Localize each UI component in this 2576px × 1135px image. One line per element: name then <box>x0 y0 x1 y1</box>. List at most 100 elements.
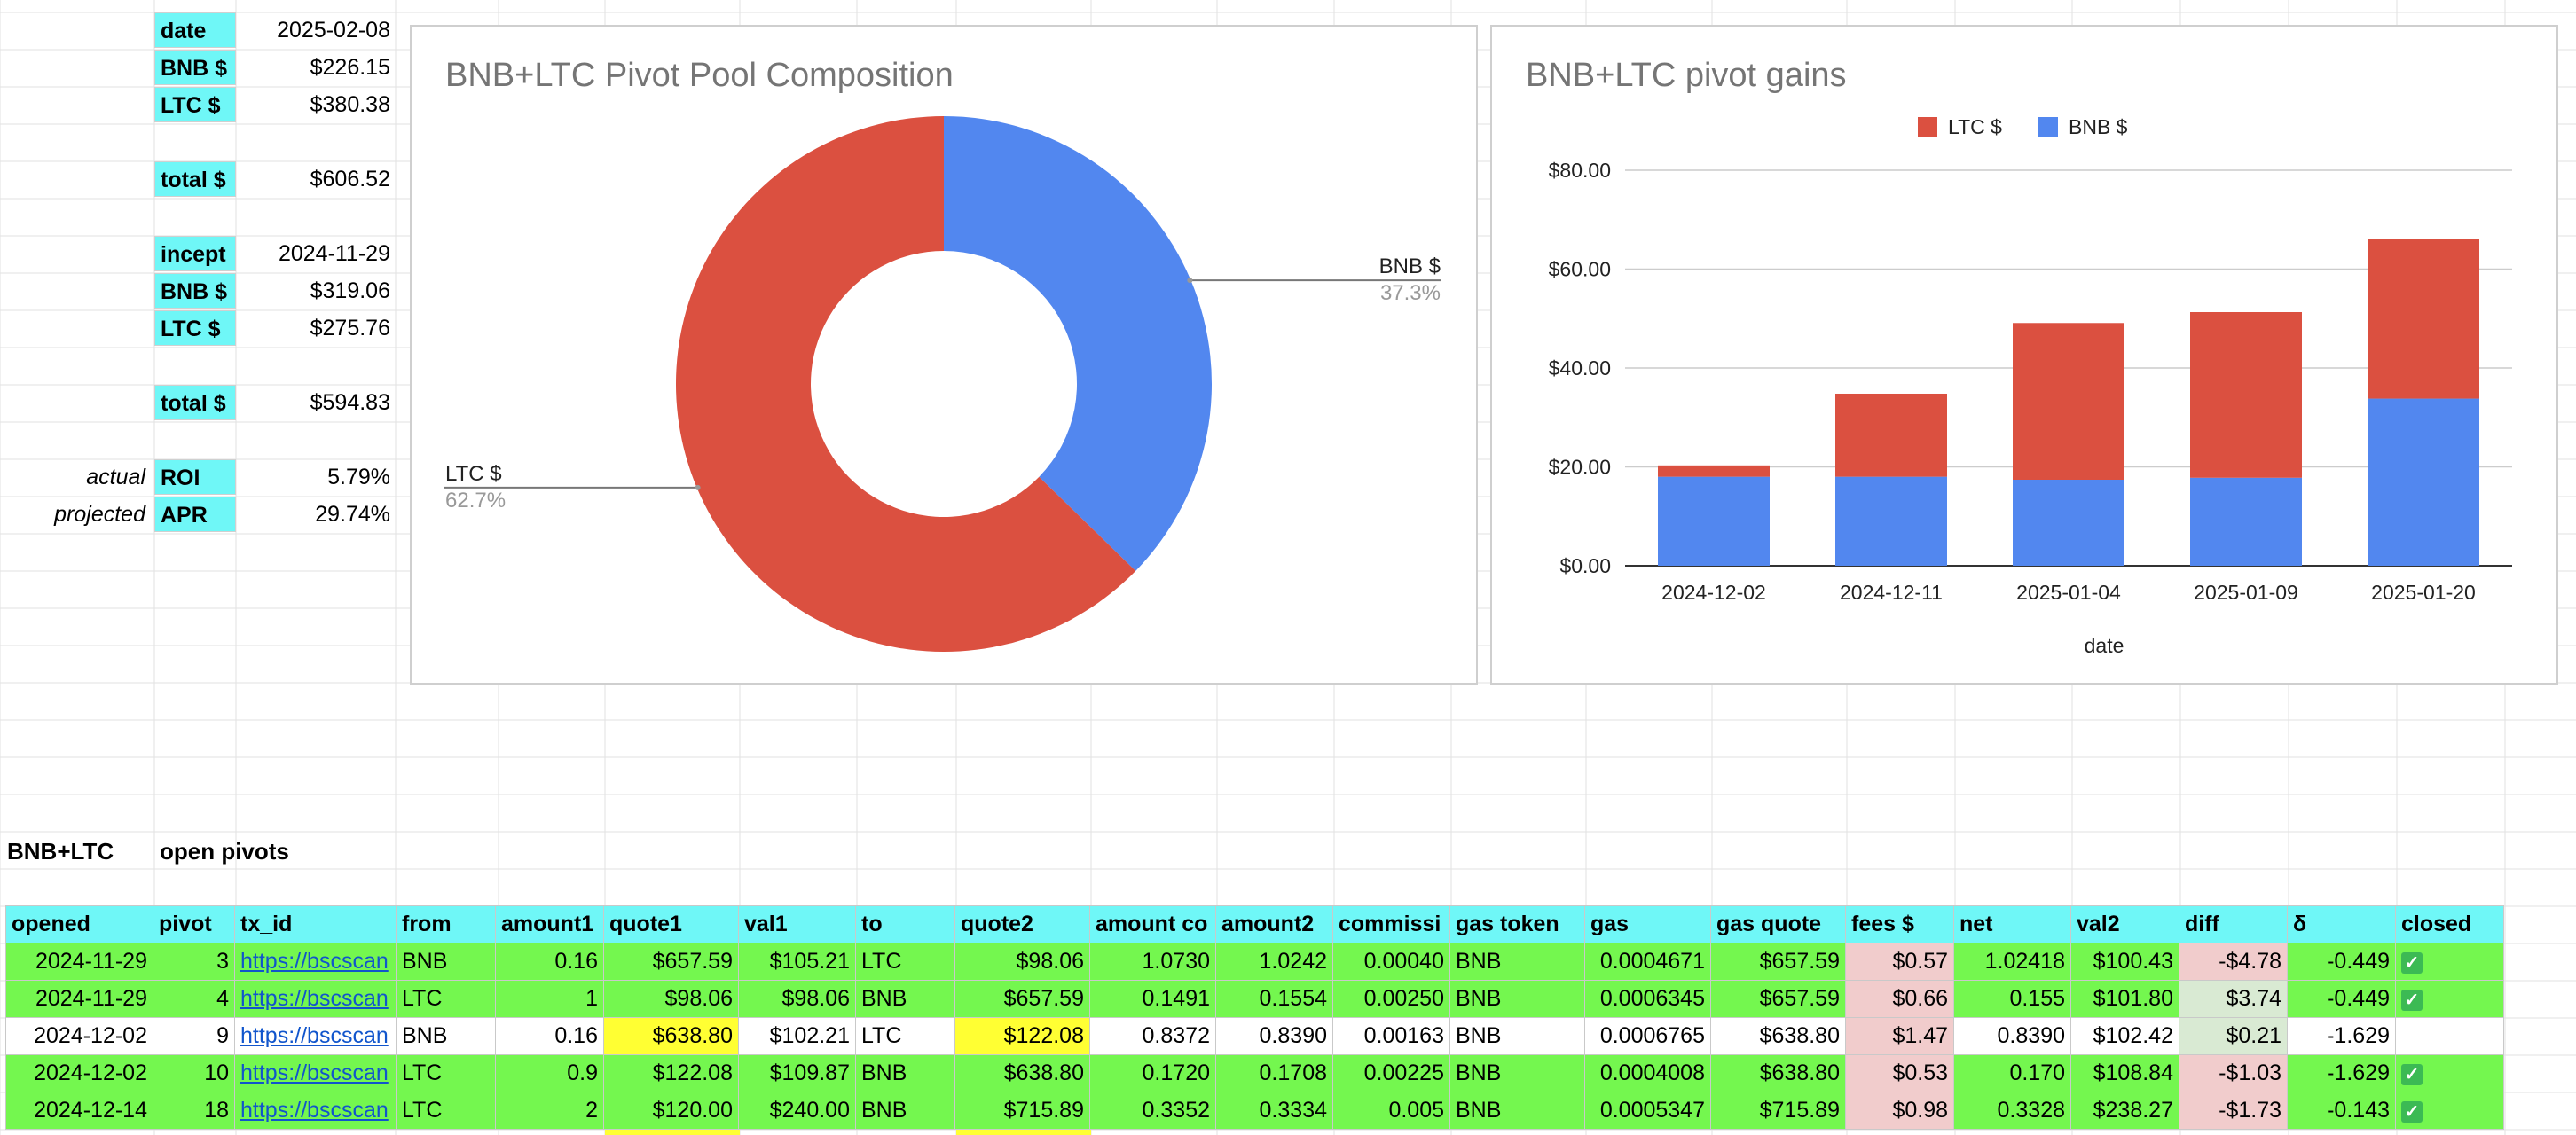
cell-gas-quote[interactable]: $657.59 <box>1710 980 1846 1018</box>
cell-amount2[interactable]: 0.3334 <box>1215 1092 1333 1130</box>
cell-pivot[interactable]: 4 <box>153 980 235 1018</box>
col-header-gas-token[interactable]: gas token <box>1449 905 1585 943</box>
summary-label-incept[interactable]: incept <box>154 236 236 271</box>
apr-label[interactable]: APR <box>154 497 236 532</box>
cell-gas-token[interactable]: BNB <box>1449 1054 1585 1092</box>
bar-segment-ltc[interactable] <box>1658 465 1770 477</box>
cell-gas[interactable]: 0.0004008 <box>1584 1054 1711 1092</box>
col-header-pivot[interactable]: pivot <box>153 905 235 943</box>
cell-quote1[interactable]: $657.59 <box>603 943 739 981</box>
cell-quote2[interactable]: $98.06 <box>954 943 1090 981</box>
cell-val1[interactable]: $102.21 <box>738 1017 856 1055</box>
cell-quote2[interactable]: $657.59 <box>954 980 1090 1018</box>
summary-label-incept-bnb[interactable]: BNB $ <box>154 273 236 309</box>
col-header-val2[interactable]: val2 <box>2070 905 2179 943</box>
cell-fees[interactable]: $1.47 <box>1845 1017 1954 1055</box>
cell-fees[interactable]: $0.98 <box>1845 1092 1954 1130</box>
cell-commission[interactable]: 0.00250 <box>1332 980 1450 1018</box>
cell-tx-id[interactable]: https://bscscan <box>234 1092 397 1130</box>
summary-label-total[interactable]: total $ <box>154 161 236 197</box>
cell-quote2[interactable]: $122.08 <box>954 1017 1090 1055</box>
cell-commission[interactable]: 0.005 <box>1332 1092 1450 1130</box>
roi-value[interactable]: 5.79% <box>236 459 396 495</box>
cell-quote2[interactable]: $638.80 <box>954 1054 1090 1092</box>
cell-delta[interactable]: -1.629 <box>2287 1017 2396 1055</box>
summary-value-incept-bnb[interactable]: $319.06 <box>236 273 396 309</box>
roi-label[interactable]: ROI <box>154 459 236 495</box>
cell-to[interactable]: LTC <box>855 943 955 981</box>
legend-label[interactable]: BNB $ <box>2069 115 2128 138</box>
cell-net[interactable]: 1.02418 <box>1953 943 2071 981</box>
cell-gas-quote[interactable]: $657.59 <box>1710 943 1846 981</box>
col-header-gas-quote[interactable]: gas quote <box>1710 905 1846 943</box>
cell-quote1[interactable]: $122.08 <box>603 1054 739 1092</box>
cell-closed[interactable]: ✓ <box>2395 943 2504 981</box>
cell-fees[interactable]: $0.53 <box>1845 1054 1954 1092</box>
summary-value-date[interactable]: 2025-02-08 <box>236 12 396 48</box>
col-header-amount-co[interactable]: amount co <box>1089 905 1216 943</box>
cell-diff[interactable]: -$1.03 <box>2179 1054 2288 1092</box>
cell-from[interactable]: BNB <box>396 1017 496 1055</box>
cell-amount-co[interactable]: 0.1491 <box>1089 980 1216 1018</box>
cell-gas[interactable]: 0.0004671 <box>1584 943 1711 981</box>
cell-net[interactable]: 0.170 <box>1953 1054 2071 1092</box>
open-pivots-label[interactable]: open pivots <box>160 834 289 869</box>
cell-amount-co[interactable]: 1.0730 <box>1089 943 1216 981</box>
summary-value-incept[interactable]: 2024-11-29 <box>236 236 396 271</box>
cell-closed[interactable]: ✓ <box>2395 1092 2504 1130</box>
cell-quote1[interactable]: $120.00 <box>603 1092 739 1130</box>
summary-label-ltc[interactable]: LTC $ <box>154 87 236 122</box>
cell-amount2[interactable]: 0.1554 <box>1215 980 1333 1018</box>
col-header-val1[interactable]: val1 <box>738 905 856 943</box>
pool-composition-chart[interactable]: BNB+LTC Pivot Pool Composition BNB $37.3… <box>410 25 1478 685</box>
summary-label-incept-total[interactable]: total $ <box>154 385 236 420</box>
cell-val2[interactable]: $238.27 <box>2070 1092 2179 1130</box>
cell-gas-quote[interactable]: $638.80 <box>1710 1017 1846 1055</box>
cell-gas-quote[interactable]: $715.89 <box>1710 1092 1846 1130</box>
cell-delta[interactable]: -0.449 <box>2287 980 2396 1018</box>
cell-net[interactable]: 0.3328 <box>1953 1092 2071 1130</box>
col-header-quote2[interactable]: quote2 <box>954 905 1090 943</box>
cell-net[interactable]: 0.155 <box>1953 980 2071 1018</box>
donut-slice-bnb[interactable] <box>944 116 1212 571</box>
cell-to[interactable]: LTC <box>855 1017 955 1055</box>
cell-to[interactable]: BNB <box>855 1054 955 1092</box>
cell-from[interactable]: LTC <box>396 1092 496 1130</box>
cell-diff[interactable]: $0.21 <box>2179 1017 2288 1055</box>
cell-val2[interactable]: $100.43 <box>2070 943 2179 981</box>
summary-value-incept-ltc[interactable]: $275.76 <box>236 310 396 346</box>
pivot-gains-chart[interactable]: BNB+LTC pivot gains $0.00 $20.00 $40.00 $60… <box>1490 25 2558 685</box>
summary-value-total[interactable]: $606.52 <box>236 161 396 197</box>
cell-gas-token[interactable]: BNB <box>1449 980 1585 1018</box>
cell-closed[interactable] <box>2395 1017 2504 1055</box>
bar-segment-ltc[interactable] <box>1835 393 1947 477</box>
cell-amount-co[interactable]: 0.8372 <box>1089 1017 1216 1055</box>
cell-amount1[interactable]: 2 <box>495 1092 604 1130</box>
cell-val2[interactable]: $102.42 <box>2070 1017 2179 1055</box>
summary-label-incept-ltc[interactable]: LTC $ <box>154 310 236 346</box>
cell-net[interactable]: 0.8390 <box>1953 1017 2071 1055</box>
cell-to[interactable]: BNB <box>855 980 955 1018</box>
summary-label-bnb[interactable]: BNB $ <box>154 50 236 85</box>
cell-amount-co[interactable]: 0.3352 <box>1089 1092 1216 1130</box>
col-header-opened[interactable]: opened <box>5 905 153 943</box>
cell-quote2[interactable]: $715.89 <box>954 1092 1090 1130</box>
bar-segment-ltc[interactable] <box>2013 323 2124 480</box>
cell-from[interactable]: LTC <box>396 1054 496 1092</box>
cell-diff[interactable]: -$1.73 <box>2179 1092 2288 1130</box>
summary-value-ltc[interactable]: $380.38 <box>236 87 396 122</box>
cell-gas-token[interactable]: BNB <box>1449 943 1585 981</box>
cell-gas-quote[interactable]: $638.80 <box>1710 1054 1846 1092</box>
legend-label[interactable]: LTC $ <box>1948 115 2002 138</box>
cell-gas[interactable]: 0.0006345 <box>1584 980 1711 1018</box>
col-header-tx-id[interactable]: tx_id <box>234 905 397 943</box>
col-header-commission[interactable]: commissi <box>1332 905 1450 943</box>
cell-delta[interactable]: -0.449 <box>2287 943 2396 981</box>
bar-segment-bnb[interactable] <box>1835 476 1947 566</box>
cell-diff[interactable]: $3.74 <box>2179 980 2288 1018</box>
col-header-diff[interactable]: diff <box>2179 905 2288 943</box>
cell-gas[interactable]: 0.0005347 <box>1584 1092 1711 1130</box>
col-header-from[interactable]: from <box>396 905 496 943</box>
cell-pivot[interactable]: 9 <box>153 1017 235 1055</box>
cell-amount2[interactable]: 0.8390 <box>1215 1017 1333 1055</box>
